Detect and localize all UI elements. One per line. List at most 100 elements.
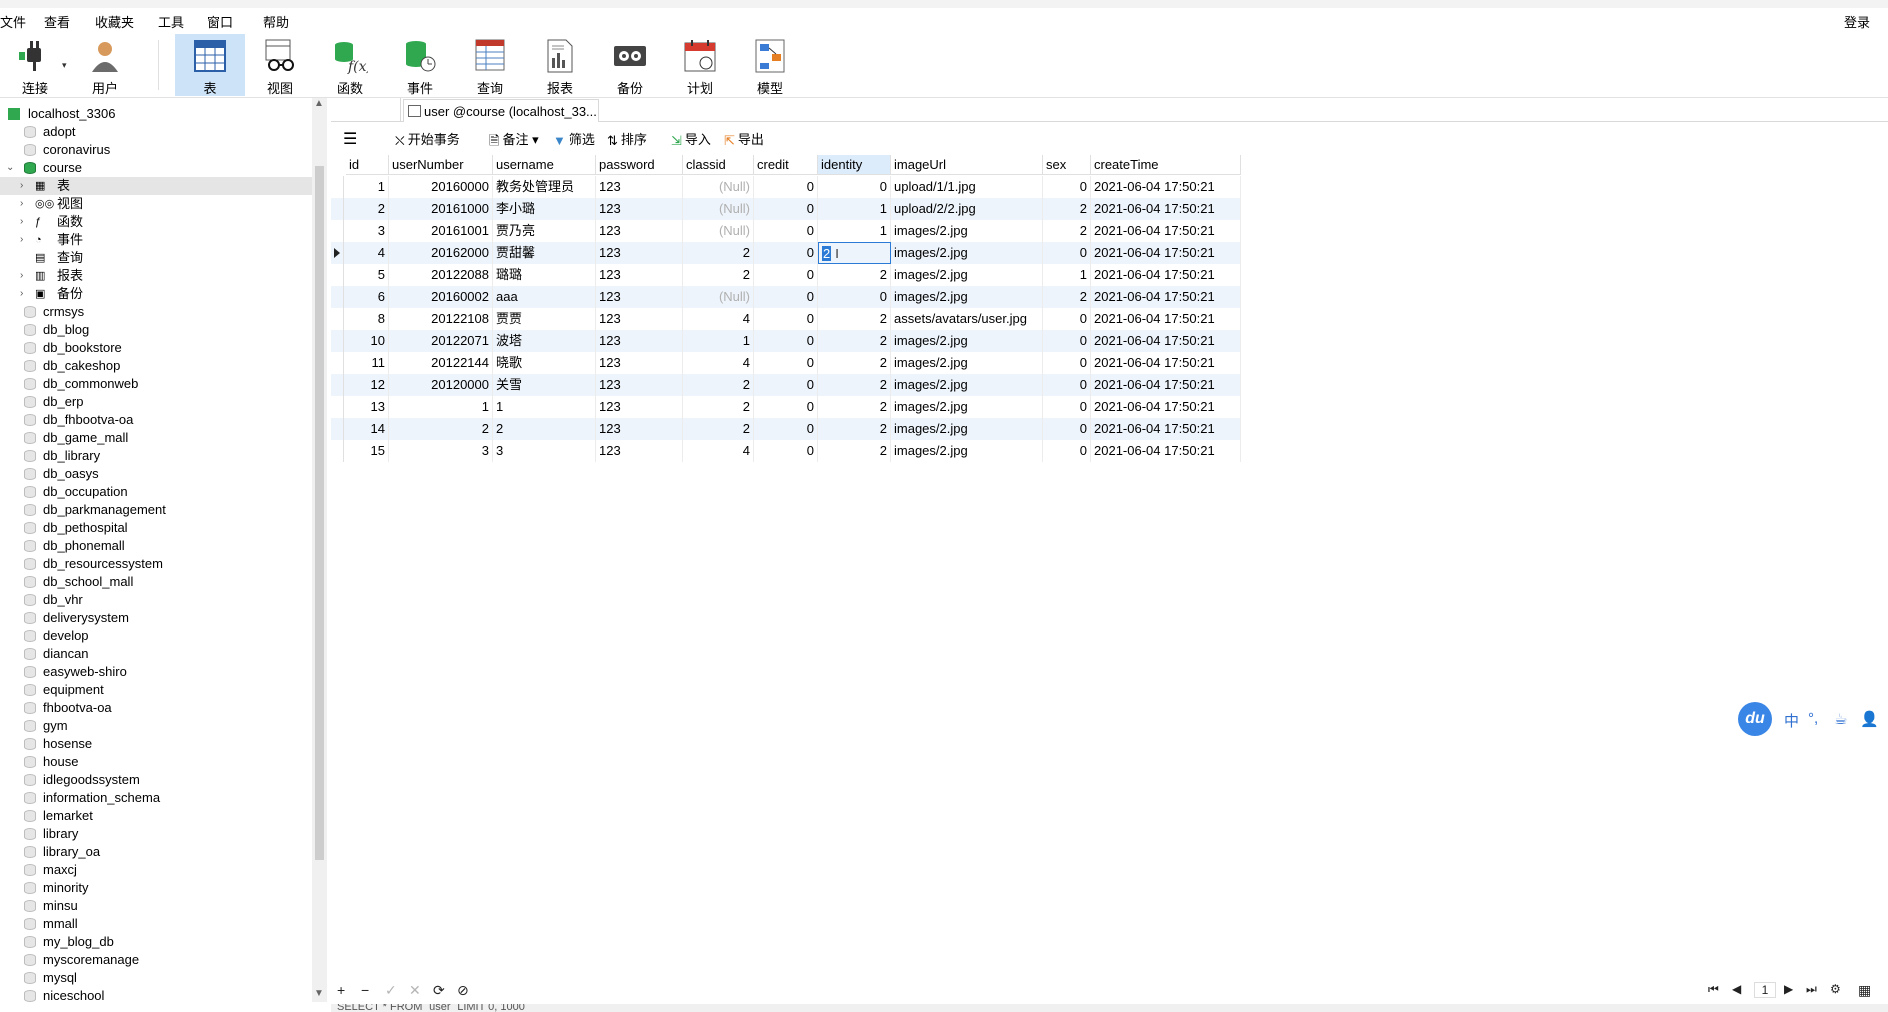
cell-username[interactable]: 波塔 — [493, 330, 596, 352]
column-header-imageUrl[interactable]: imageUrl — [891, 155, 1043, 175]
cell-username[interactable]: 3 — [493, 440, 596, 462]
chevron-right-icon[interactable]: › — [20, 195, 30, 213]
cell-createTime[interactable]: 2021-06-04 17:50:21 — [1091, 418, 1241, 440]
cell-credit[interactable]: 0 — [754, 396, 818, 418]
cell-createTime[interactable]: 2021-06-04 17:50:21 — [1091, 176, 1241, 198]
row-marker[interactable] — [331, 176, 344, 198]
cell-imageUrl[interactable]: images/2.jpg — [891, 286, 1043, 308]
tree-db[interactable]: db_cakeshop — [0, 357, 312, 375]
cell-imageUrl[interactable]: images/2.jpg — [891, 220, 1043, 242]
cell-sex[interactable]: 0 — [1043, 440, 1091, 462]
tree-scrollbar[interactable]: ▲ ▼ — [312, 98, 327, 1002]
cell-password[interactable]: 123 — [596, 396, 683, 418]
tree-object-folder[interactable]: › ◎◎ 视图 — [0, 195, 312, 213]
backup-button[interactable]: 备份 — [595, 34, 665, 96]
tree-object-folder[interactable]: › ▥ 报表 — [0, 267, 312, 285]
tree-db[interactable]: db_pethospital — [0, 519, 312, 537]
tree-db[interactable]: equipment — [0, 681, 312, 699]
add-record-icon[interactable]: + — [337, 982, 345, 998]
cell-credit[interactable]: 0 — [754, 176, 818, 198]
cell-createTime[interactable]: 2021-06-04 17:50:21 — [1091, 352, 1241, 374]
cell-sex[interactable]: 1 — [1043, 264, 1091, 286]
tree-db[interactable]: fhbootva-oa — [0, 699, 312, 717]
cell-credit[interactable]: 0 — [754, 330, 818, 352]
scroll-down-icon[interactable]: ▼ — [314, 988, 324, 999]
cell-identity[interactable]: 0 — [818, 286, 891, 308]
table-row[interactable]: 12 20120000 关雪 123 2 0 2 images/2.jpg 0 2021-06-0… — [331, 374, 1241, 396]
cell-id[interactable]: 12 — [346, 374, 389, 396]
cell-classid[interactable]: (Null) — [683, 198, 754, 220]
tree-object-folder[interactable]: › ▦ 表 — [0, 177, 312, 195]
chevron-right-icon[interactable]: › — [20, 177, 30, 195]
cell-credit[interactable]: 0 — [754, 264, 818, 286]
table-row[interactable]: 10 20122071 波塔 123 1 0 2 images/2.jpg 0 2021-06-0… — [331, 330, 1241, 352]
cell-credit[interactable]: 0 — [754, 220, 818, 242]
tree-object-folder[interactable]: ▤ 查询 — [0, 249, 312, 267]
tree-db[interactable]: mysql — [0, 969, 312, 987]
menu-window[interactable]: 窗口 — [207, 12, 233, 31]
table-row[interactable]: 8 20122108 贾贾 123 4 0 2 assets/avatars/user.jpg… — [331, 308, 1241, 330]
cell-credit[interactable]: 0 — [754, 198, 818, 220]
cell-identity[interactable]: 1 — [818, 198, 891, 220]
cell-userNumber[interactable]: 20160002 — [389, 286, 493, 308]
cell-credit[interactable]: 0 — [754, 440, 818, 462]
menu-tools[interactable]: 工具 — [158, 12, 184, 31]
cell-userNumber[interactable]: 20120000 — [389, 374, 493, 396]
cell-userNumber[interactable]: 20161000 — [389, 198, 493, 220]
tree-db[interactable]: db_library — [0, 447, 312, 465]
tree-db[interactable]: db_game_mall — [0, 429, 312, 447]
cell-userNumber[interactable]: 20162000 — [389, 242, 493, 264]
tree-db[interactable]: db_vhr — [0, 591, 312, 609]
cell-credit[interactable]: 0 — [754, 352, 818, 374]
chevron-right-icon[interactable]: › — [20, 267, 30, 285]
tree-connection[interactable]: localhost_3306 — [0, 105, 312, 123]
row-marker[interactable] — [331, 418, 344, 440]
cell-username[interactable]: 贾贾 — [493, 308, 596, 330]
tree-db[interactable]: easyweb-shiro — [0, 663, 312, 681]
cell-credit[interactable]: 0 — [754, 286, 818, 308]
cup-icon[interactable]: ☕ — [1834, 710, 1847, 728]
begin-transaction-button[interactable]: ⛌ 开始事务 — [395, 130, 460, 150]
table-row[interactable]: 11 20122144 晓歌 123 4 0 2 images/2.jpg 0 2021-06-0… — [331, 352, 1241, 374]
table-row[interactable]: 13 1 1 123 2 0 2 images/2.jpg 0 2021-06-04 17:50:… — [331, 396, 1241, 418]
table-row[interactable]: 4 20162000 贾甜馨 123 2 0 2 Iimages/2.jpg 0 2021-06-… — [331, 242, 1241, 264]
grid-view-icon[interactable]: ▦ — [1858, 982, 1871, 999]
cell-userNumber[interactable]: 20122088 — [389, 264, 493, 286]
tree-db[interactable]: myscoremanage — [0, 951, 312, 969]
discard-icon[interactable]: ✕ — [409, 982, 421, 999]
cell-identity[interactable]: 2 — [818, 264, 891, 286]
tree-db[interactable]: adopt — [0, 123, 312, 141]
tree-db[interactable]: library — [0, 825, 312, 843]
menu-file[interactable]: 文件 — [0, 12, 26, 31]
tree-object-folder[interactable]: › ƒ 函数 — [0, 213, 312, 231]
first-page-icon[interactable]: ⏮ — [1708, 982, 1719, 997]
column-header-identity[interactable]: identity — [818, 155, 891, 175]
cell-credit[interactable]: 0 — [754, 308, 818, 330]
import-button[interactable]: ⇲ 导入 — [671, 130, 711, 150]
delete-record-icon[interactable]: − — [361, 982, 369, 998]
export-button[interactable]: ⇱ 导出 — [724, 130, 764, 150]
cell-password[interactable]: 123 — [596, 352, 683, 374]
cell-username[interactable]: 李小璐 — [493, 198, 596, 220]
table-row[interactable]: 6 20160002 aaa 123 (Null) 0 0 images/2.jpg 2 2021… — [331, 286, 1241, 308]
cell-userNumber[interactable]: 2 — [389, 418, 493, 440]
tree-db[interactable]: gym — [0, 717, 312, 735]
table-row[interactable]: 15 3 3 123 4 0 2 images/2.jpg 0 2021-06-04 17:50:… — [331, 440, 1241, 462]
row-marker[interactable] — [331, 330, 344, 352]
cell-id[interactable]: 15 — [346, 440, 389, 462]
cell-id[interactable]: 14 — [346, 418, 389, 440]
cell-password[interactable]: 123 — [596, 220, 683, 242]
note-button[interactable]: 🗎 备注 ▾ — [489, 130, 539, 150]
cell-id[interactable]: 8 — [346, 308, 389, 330]
column-header-sex[interactable]: sex — [1043, 155, 1091, 175]
cell-createTime[interactable]: 2021-06-04 17:50:21 — [1091, 396, 1241, 418]
cell-username[interactable]: 1 — [493, 396, 596, 418]
cell-classid[interactable]: 2 — [683, 242, 754, 264]
tree-db[interactable]: idlegoodssystem — [0, 771, 312, 789]
tree-db[interactable]: db_blog — [0, 321, 312, 339]
cell-sex[interactable]: 0 — [1043, 374, 1091, 396]
tree-db[interactable]: niceschool — [0, 987, 312, 1005]
event-button[interactable]: 事件 — [385, 34, 455, 96]
tree-db[interactable]: information_schema — [0, 789, 312, 807]
cell-username[interactable]: 璐璐 — [493, 264, 596, 286]
